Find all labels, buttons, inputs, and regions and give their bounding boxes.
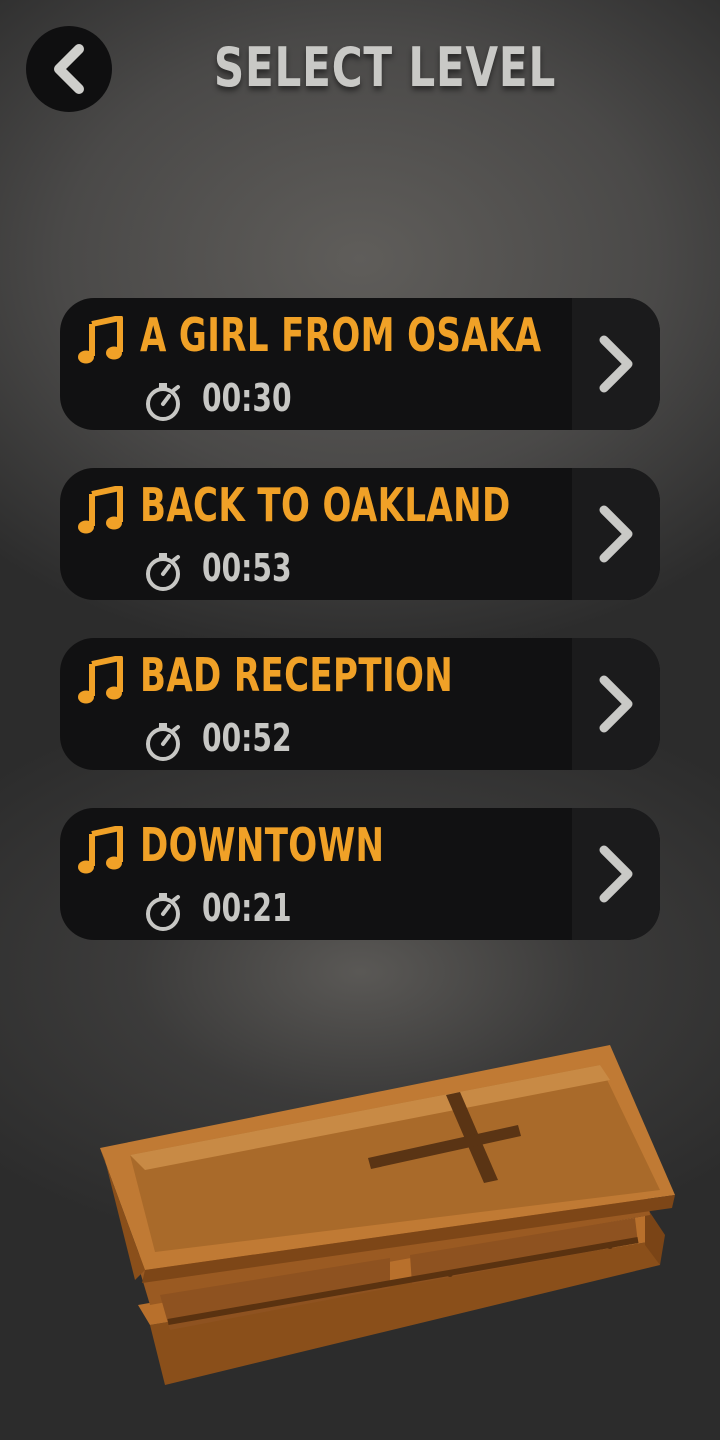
play-level-button[interactable]: [572, 468, 660, 600]
chevron-right-icon: [599, 845, 633, 903]
music-note-icon: [78, 486, 123, 534]
level-card[interactable]: DOWNTOWN 00:21: [60, 808, 660, 940]
level-duration: 00:21: [202, 886, 292, 930]
play-level-button[interactable]: [572, 808, 660, 940]
stopwatch-icon: [146, 893, 180, 931]
play-level-button[interactable]: [572, 638, 660, 770]
level-duration: 00:30: [202, 376, 292, 420]
level-duration: 00:52: [202, 716, 292, 760]
page-title: SELECT LEVEL: [213, 36, 557, 99]
level-list: A GIRL FROM OSAKA 00:30 BACK TO OAKLAND: [60, 298, 660, 978]
level-card[interactable]: A GIRL FROM OSAKA 00:30: [60, 298, 660, 430]
level-duration: 00:53: [202, 546, 292, 590]
chevron-left-icon: [54, 44, 84, 94]
chevron-right-icon: [599, 335, 633, 393]
level-name: DOWNTOWN: [140, 818, 385, 872]
stopwatch-icon: [146, 723, 180, 761]
level-name: BACK TO OAKLAND: [140, 478, 511, 532]
chevron-right-icon: [599, 505, 633, 563]
coffin-illustration: [100, 1045, 675, 1385]
music-note-icon: [78, 316, 123, 364]
level-card[interactable]: BAD RECEPTION 00:52: [60, 638, 660, 770]
level-card[interactable]: BACK TO OAKLAND 00:53: [60, 468, 660, 600]
level-name: A GIRL FROM OSAKA: [140, 308, 542, 362]
stopwatch-icon: [146, 553, 180, 591]
level-name: BAD RECEPTION: [140, 648, 454, 702]
music-note-icon: [78, 826, 123, 874]
stopwatch-icon: [146, 383, 180, 421]
music-note-icon: [78, 656, 123, 704]
play-level-button[interactable]: [572, 298, 660, 430]
chevron-right-icon: [599, 675, 633, 733]
